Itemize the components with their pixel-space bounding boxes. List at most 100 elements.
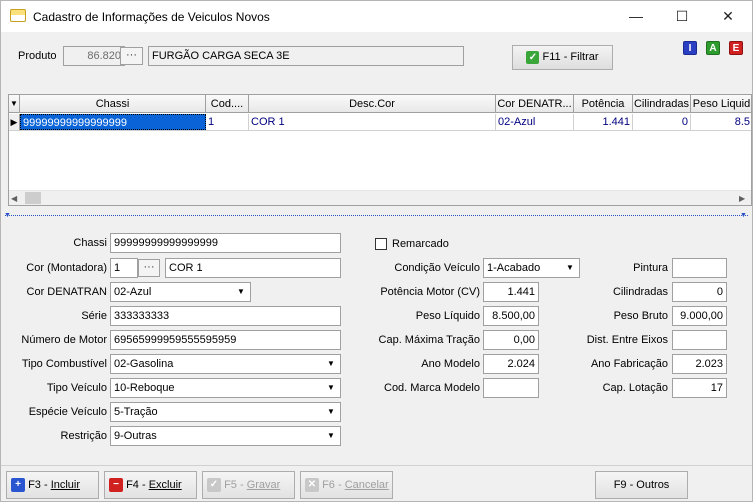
condicao-select[interactable]: 1-Acabado ▼ [483, 258, 580, 278]
cap-tracao-label: Cap. Máxima Tração [378, 334, 480, 346]
alter-mode-icon[interactable]: A [706, 41, 720, 55]
restricao-select[interactable]: 9-Outras ▼ [110, 426, 341, 446]
peso-bruto-field[interactable]: 9.000,00 [672, 306, 727, 326]
ano-modelo-label: Ano Modelo [421, 358, 480, 370]
cap-lotacao-field[interactable]: 17 [672, 378, 727, 398]
restricao-value: 9-Outras [114, 430, 157, 442]
tipo-combustivel-select[interactable]: 02-Gasolina ▼ [110, 354, 341, 374]
tipo-veiculo-label: Tipo Veículo [46, 382, 107, 394]
cancelar-key: F6 - [322, 479, 345, 491]
cancelar-button[interactable]: ✕ F6 - Cancelar [300, 471, 393, 499]
product-code-field[interactable]: 86.820 [63, 46, 125, 66]
excluir-key: F4 - [126, 479, 149, 491]
cancel-icon: ✕ [305, 478, 319, 493]
incluir-button[interactable]: + F3 - Incluir [6, 471, 99, 499]
serie-label: Série [81, 310, 107, 322]
row-indicator-icon: ▶ [9, 114, 20, 130]
gravar-button[interactable]: ✓ F5 - Gravar [202, 471, 295, 499]
chevron-down-icon[interactable]: ▼ [323, 404, 339, 420]
splitter-right-arrow-icon: ▼ [740, 212, 747, 219]
grid-horizontal-scrollbar[interactable]: ◀ ▶ [9, 190, 751, 205]
peso-liquido-label: Peso Líquido [415, 310, 480, 322]
especie-veiculo-value: 5-Tração [114, 406, 158, 418]
product-label: Produto [18, 50, 57, 62]
ano-modelo-field[interactable]: 2.024 [483, 354, 539, 374]
tipo-combustivel-value: 02-Gasolina [114, 358, 174, 370]
main-window: Cadastro de Informações de Veiculos Novo… [0, 0, 753, 502]
cilindradas-field[interactable]: 0 [672, 282, 727, 302]
close-button[interactable]: ✕ [705, 1, 751, 32]
cell-desc-cor[interactable]: COR 1 [249, 114, 496, 130]
peso-bruto-label: Peso Bruto [613, 310, 668, 322]
outros-button[interactable]: F9 - Outros [595, 471, 688, 499]
col-cor-denatran[interactable]: Cor DENATR... [496, 95, 574, 113]
product-description-field: FURGÃO CARGA SECA 3E [148, 46, 464, 66]
cell-cor-denatran[interactable]: 02-Azul [496, 114, 574, 130]
gravar-label: Gravar [246, 479, 281, 491]
insert-mode-icon[interactable]: I [683, 41, 697, 55]
potencia-label: Potência Motor (CV) [380, 286, 480, 298]
vehicles-grid[interactable]: ▼ Chassi Cod.... Desc.Cor Cor DENATR... … [8, 94, 752, 206]
exclude-mode-icon[interactable]: E [729, 41, 743, 55]
maximize-button[interactable]: ☐ [659, 1, 705, 32]
col-desc-cor[interactable]: Desc.Cor [249, 95, 496, 113]
cor-montadora-lookup-button[interactable]: ··· [138, 259, 160, 277]
panel-splitter[interactable]: ▼ ▼ [1, 212, 752, 222]
numero-motor-field[interactable]: 69565999959555595959 [110, 330, 341, 350]
app-icon [10, 9, 26, 22]
cor-montadora-code-field[interactable]: 1 [110, 258, 138, 278]
splitter-line [5, 215, 748, 216]
cap-tracao-field[interactable]: 0,00 [483, 330, 539, 350]
excluir-label: Excluir [148, 479, 182, 491]
cell-potencia[interactable]: 1.441 [574, 114, 633, 130]
cell-peso-liquido[interactable]: 8.5 [691, 114, 751, 130]
chevron-down-icon[interactable]: ▼ [562, 260, 578, 276]
condicao-value: 1-Acabado [487, 262, 541, 274]
dist-eixos-field[interactable] [672, 330, 727, 350]
excluir-button[interactable]: − F4 - Excluir [104, 471, 197, 499]
peso-liquido-field[interactable]: 8.500,00 [483, 306, 539, 326]
condicao-label: Condição Veículo [394, 262, 480, 274]
filter-button[interactable]: ✓ F11 - Filtrar [512, 45, 613, 70]
tipo-veiculo-select[interactable]: 10-Reboque ▼ [110, 378, 341, 398]
chevron-down-icon[interactable]: ▼ [323, 380, 339, 396]
cor-montadora-desc-field[interactable]: COR 1 [165, 258, 341, 278]
cell-cilindradas[interactable]: 0 [633, 114, 691, 130]
scroll-left-icon[interactable]: ◀ [11, 194, 17, 203]
pintura-field[interactable] [672, 258, 727, 278]
title-bar: Cadastro de Informações de Veiculos Novo… [1, 1, 752, 32]
incluir-key: F3 - [28, 479, 51, 491]
table-row[interactable]: ▶ 99999999999999999 1 COR 1 02-Azul 1.44… [9, 114, 751, 131]
cor-denatran-select[interactable]: 02-Azul ▼ [110, 282, 251, 302]
chassi-field[interactable]: 99999999999999999 [110, 233, 341, 253]
cod-marca-field[interactable] [483, 378, 539, 398]
chevron-down-icon[interactable]: ▼ [233, 284, 249, 300]
col-cilindradas[interactable]: Cilindradas [633, 95, 691, 113]
especie-veiculo-select[interactable]: 5-Tração ▼ [110, 402, 341, 422]
ano-fabricacao-field[interactable]: 2.023 [672, 354, 727, 374]
cancelar-label: Cancelar [344, 479, 389, 491]
product-lookup-button[interactable]: ··· [120, 47, 143, 65]
minimize-button[interactable]: — [613, 1, 659, 32]
cell-chassi[interactable]: 99999999999999999 [20, 114, 206, 130]
filter-button-label: F11 - Filtrar [542, 51, 599, 63]
potencia-field[interactable]: 1.441 [483, 282, 539, 302]
cod-marca-label: Cod. Marca Modelo [384, 382, 480, 394]
scroll-thumb[interactable] [25, 192, 41, 204]
scroll-right-icon[interactable]: ▶ [739, 194, 745, 203]
grid-menu-icon[interactable]: ▼ [9, 95, 20, 113]
restricao-label: Restrição [60, 430, 107, 442]
cor-montadora-label: Cor (Montadora) [26, 262, 107, 274]
col-chassi[interactable]: Chassi [20, 95, 206, 113]
serie-field[interactable]: 333333333 [110, 306, 341, 326]
cap-lotacao-label: Cap. Lotação [602, 382, 668, 394]
product-bar: Produto 86.820 ··· FURGÃO CARGA SECA 3E … [1, 32, 752, 88]
chevron-down-icon[interactable]: ▼ [323, 428, 339, 444]
col-peso-liquido[interactable]: Peso Liquid [691, 95, 751, 113]
chevron-down-icon[interactable]: ▼ [323, 356, 339, 372]
col-potencia[interactable]: Potência [574, 95, 633, 113]
cell-cod[interactable]: 1 [206, 114, 249, 130]
col-cod[interactable]: Cod.... [206, 95, 249, 113]
chassi-label: Chassi [73, 237, 107, 249]
remarcado-checkbox[interactable] [375, 238, 387, 250]
